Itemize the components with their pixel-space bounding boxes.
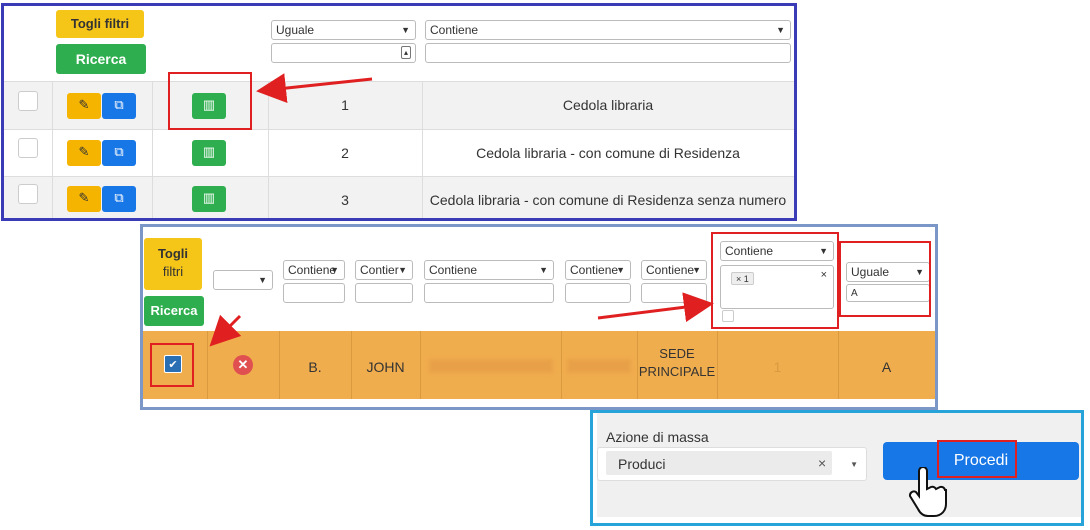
name-filter-input[interactable]: [425, 43, 791, 63]
status-filter-select[interactable]: ▼: [213, 270, 273, 290]
filter-op: Contiene: [288, 263, 337, 277]
clear-icon[interactable]: ×: [818, 455, 826, 471]
chevron-down-icon: ▼: [258, 275, 267, 285]
search-button[interactable]: Ricerca: [144, 296, 204, 326]
remove-filters-label: filtri: [162, 264, 184, 279]
mass-action-label: Azione di massa: [606, 429, 709, 445]
highlight-box: [937, 440, 1017, 478]
filter-input-2[interactable]: [355, 283, 413, 303]
report-list-panel: Togli filtri Ricerca Uguale ▼ ▴ Contiene…: [1, 3, 797, 221]
highlight-box: [150, 343, 194, 387]
filter-input-3[interactable]: [424, 283, 554, 303]
highlight-box: [168, 72, 252, 130]
remove-filters-label: Togli: [157, 246, 189, 261]
row-checkbox[interactable]: [18, 91, 38, 111]
row-name: Cedola libraria - con comune di Residenz…: [429, 192, 787, 208]
mass-action-select[interactable]: Produci × ▼: [597, 447, 867, 481]
row-number: 3: [341, 192, 349, 208]
filter-input-5[interactable]: [641, 283, 707, 303]
redacted-value: [429, 359, 553, 373]
selected-action: Produci: [618, 456, 666, 472]
copy-icon[interactable]: ⧉: [102, 140, 136, 166]
cell-count: 1: [773, 359, 782, 375]
filter-input-4[interactable]: [565, 283, 631, 303]
column-divider: [420, 331, 421, 399]
cell-location: SEDE PRINCIPALE: [638, 346, 716, 379]
remove-icon[interactable]: ✕: [233, 355, 253, 375]
filter-input-1[interactable]: [283, 283, 345, 303]
row-checkbox[interactable]: [18, 184, 38, 204]
remove-filters-button[interactable]: Togli filtri: [144, 238, 202, 290]
column-divider: [207, 331, 208, 399]
cell-class: A: [881, 359, 892, 375]
filter-select-5[interactable]: Contiene ▼: [641, 260, 707, 280]
stepper-icon[interactable]: ▴: [401, 46, 411, 59]
filter-op: Contier: [360, 263, 399, 277]
edit-icon[interactable]: ✎: [67, 93, 101, 119]
filter-select-1[interactable]: Contiene ▼: [283, 260, 345, 280]
search-button[interactable]: Ricerca: [56, 44, 146, 74]
copy-icon[interactable]: ⧉: [102, 186, 136, 212]
row-name: Cedola libraria: [562, 97, 654, 113]
chevron-down-icon: ▼: [539, 265, 548, 275]
filter-select-4[interactable]: Contiene ▼: [565, 260, 631, 280]
cell-name: JOHN: [366, 359, 405, 375]
remove-filters-button[interactable]: Togli filtri: [56, 10, 144, 38]
hand-cursor-icon: [908, 467, 947, 517]
chevron-down-icon: ▼: [330, 265, 339, 275]
edit-icon[interactable]: ✎: [67, 140, 101, 166]
chart-icon[interactable]: ▥: [192, 186, 226, 212]
cell-initial: B.: [308, 359, 322, 375]
column-divider: [52, 81, 53, 218]
filter-select-2[interactable]: Contier ▼: [355, 260, 413, 280]
chevron-down-icon: ▼: [398, 265, 407, 275]
column-divider: [561, 331, 562, 399]
row-name: Cedola libraria - con comune di Residenz…: [476, 145, 740, 161]
row-checkbox[interactable]: [18, 138, 38, 158]
column-divider: [152, 81, 153, 218]
chevron-down-icon[interactable]: ▼: [850, 460, 858, 469]
name-filter-op: Contiene: [430, 23, 479, 37]
chevron-down-icon: ▼: [692, 265, 701, 275]
chevron-down-icon: ▼: [401, 25, 410, 35]
chart-icon[interactable]: ▥: [192, 140, 226, 166]
number-filter-select[interactable]: Uguale ▼: [271, 20, 416, 40]
filter-op: Contiene: [646, 263, 695, 277]
mass-action-panel: Azione di massa Produci × ▼ Procedi: [590, 410, 1084, 526]
filter-select-3[interactable]: Contiene ▼: [424, 260, 554, 280]
number-filter-input[interactable]: ▴: [271, 43, 416, 63]
filter-op: Contiene: [570, 263, 619, 277]
highlight-box: [711, 232, 839, 329]
redacted-date: [567, 359, 631, 373]
number-filter-op: Uguale: [276, 23, 315, 37]
row-number: 1: [341, 97, 349, 113]
copy-icon[interactable]: ⧉: [102, 93, 136, 119]
row-number: 2: [341, 145, 349, 161]
filter-op: Contiene: [429, 263, 478, 277]
chevron-down-icon: ▼: [616, 265, 625, 275]
mass-selection-panel: Togli filtri Ricerca ▼ Contiene ▼ Contie…: [140, 224, 938, 410]
chevron-down-icon: ▼: [776, 25, 785, 35]
edit-icon[interactable]: ✎: [67, 186, 101, 212]
highlight-box: [839, 241, 931, 317]
name-filter-select[interactable]: Contiene ▼: [425, 20, 791, 40]
